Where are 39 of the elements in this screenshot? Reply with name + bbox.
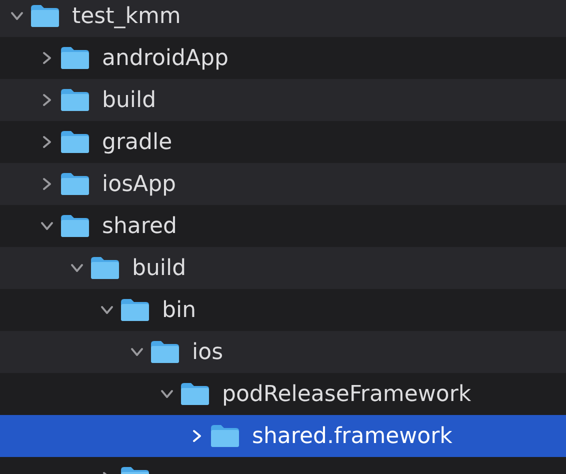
chevron-down-icon[interactable] <box>70 261 84 275</box>
tree-row[interactable]: ios <box>0 331 566 373</box>
folder-icon <box>30 4 60 28</box>
folder-name: build <box>102 88 156 112</box>
folder-icon <box>60 172 90 196</box>
folder-icon <box>60 214 90 238</box>
chevron-right-icon[interactable] <box>40 93 54 107</box>
tree-row[interactable]: shared.framework <box>0 415 566 457</box>
folder-name: build <box>132 256 186 280</box>
tree-row[interactable]: build <box>0 247 566 289</box>
folder-name: gradle <box>102 130 172 154</box>
chevron-down-icon[interactable] <box>40 219 54 233</box>
folder-icon <box>90 256 120 280</box>
folder-name: bin <box>162 298 196 322</box>
folder-icon <box>60 88 90 112</box>
folder-name: androidApp <box>102 46 228 70</box>
chevron-right-icon[interactable] <box>190 429 204 443</box>
chevron-down-icon[interactable] <box>10 9 24 23</box>
tree-row[interactable]: iosApp <box>0 163 566 205</box>
folder-name: podReleaseFramework <box>222 382 472 406</box>
folder-name: shared.framework <box>252 424 452 448</box>
folder-icon <box>210 424 240 448</box>
chevron-right-icon[interactable] <box>40 51 54 65</box>
chevron-down-icon[interactable] <box>100 303 114 317</box>
chevron-right-icon[interactable] <box>40 177 54 191</box>
folder-name: shared <box>102 214 177 238</box>
folder-icon <box>180 382 210 406</box>
folder-name: ios <box>192 340 224 364</box>
folder-name: iosApp <box>102 172 176 196</box>
tree-row[interactable]: test_kmm <box>0 0 566 37</box>
folder-icon <box>60 46 90 70</box>
folder-name: test_kmm <box>72 4 181 28</box>
folder-icon <box>150 340 180 364</box>
folder-icon <box>120 298 150 322</box>
folder-icon <box>60 130 90 154</box>
chevron-right-icon[interactable] <box>40 135 54 149</box>
chevron-down-icon[interactable] <box>160 387 174 401</box>
chevron-down-icon[interactable] <box>130 345 144 359</box>
tree-row[interactable]: build <box>0 79 566 121</box>
